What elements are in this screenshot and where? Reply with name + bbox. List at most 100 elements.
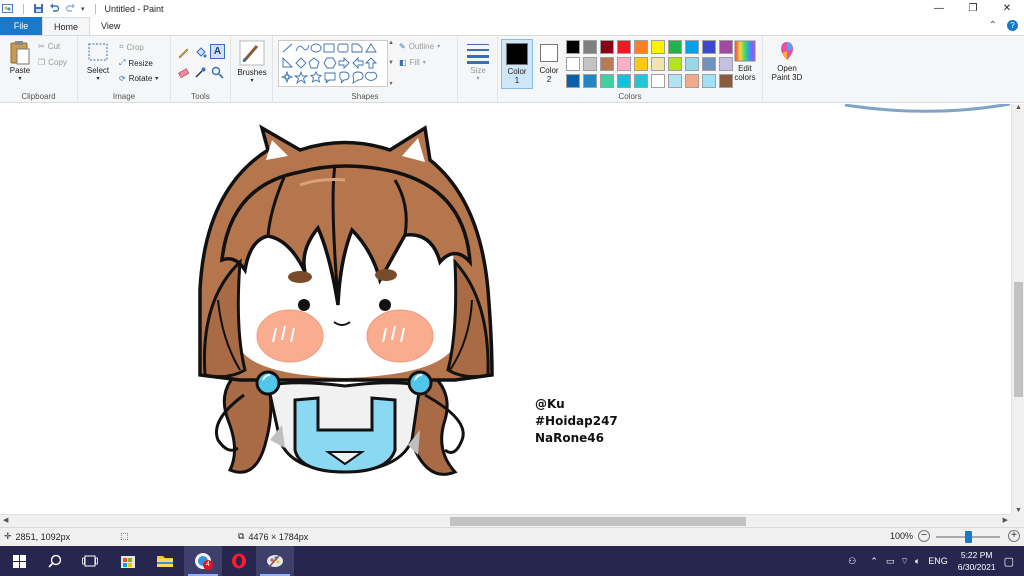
size-group: Size ▾: [458, 36, 498, 103]
left-cheek: [256, 309, 324, 363]
text-tool-icon[interactable]: A: [210, 44, 225, 59]
right-eyebrow: [375, 269, 397, 281]
size-button[interactable]: Size ▾: [463, 42, 493, 82]
blue-arc-stroke: [844, 104, 1011, 113]
scroll-down-icon[interactable]: ▼: [1015, 507, 1022, 514]
drawing-canvas[interactable]: @Ku #Hoidap247 NaRone46: [0, 104, 1011, 514]
language-indicator[interactable]: ENG: [928, 556, 948, 566]
tab-file[interactable]: File: [0, 17, 42, 35]
minimize-button[interactable]: —: [922, 0, 956, 17]
shapes-expand-icon[interactable]: ▾: [389, 80, 392, 87]
open-paint3d-button[interactable]: Open Paint 3D: [766, 40, 808, 82]
shapes-gallery-icons: [280, 43, 378, 85]
pencil-icon[interactable]: [177, 46, 190, 59]
image-group: Select ▾ ⌗ Crop ⤢ Resize ⟳ Rotate ▾ Image: [78, 36, 171, 103]
paint-app-icon[interactable]: [2, 3, 13, 14]
canvas-drawing: [198, 104, 1011, 476]
horizontal-scrollbar[interactable]: ◀ ▶: [0, 514, 1011, 527]
shapes-scroll-down-icon[interactable]: ▼: [388, 60, 394, 66]
clock-date: 6/30/2021: [957, 562, 996, 572]
selection-icon: ⬚: [120, 531, 129, 541]
restore-button[interactable]: ❐: [956, 0, 990, 17]
cursor-position: ✛ 2851, 1092px: [4, 531, 71, 542]
tab-view[interactable]: View: [90, 17, 131, 35]
network-icon[interactable]: ⌔: [900, 556, 908, 567]
fill-icon: ◧: [399, 58, 407, 67]
folder-icon: [157, 556, 173, 567]
tab-home[interactable]: Home: [42, 17, 91, 35]
clock-time: 5:22 PM: [960, 550, 993, 560]
redo-icon[interactable]: [65, 3, 76, 14]
scroll-right-icon[interactable]: ▶: [1003, 516, 1008, 524]
opera-icon: [232, 553, 246, 569]
right-eye: [379, 299, 391, 311]
zoom-in-icon[interactable]: +: [1008, 530, 1020, 542]
shapes-gallery[interactable]: [278, 40, 388, 87]
select-button[interactable]: Select ▾: [85, 42, 111, 82]
vertical-scroll-thumb[interactable]: [1014, 282, 1023, 397]
outline-button[interactable]: ✎ Outline ▾: [399, 42, 440, 51]
taskbar-mail[interactable]: 4: [184, 546, 222, 576]
show-hidden-icons[interactable]: ⌃: [870, 556, 878, 567]
help-icon[interactable]: ?: [1007, 20, 1018, 31]
cursor-position-icon: ✛: [4, 531, 12, 541]
search-button[interactable]: [36, 546, 74, 576]
system-tray: ⚇ ⌃ ▭ ⌔ 🔈︎ ENG 5:22 PM 6/30/2021 ▢: [848, 546, 1024, 576]
taskbar-opera[interactable]: [220, 546, 258, 576]
vertical-scrollbar[interactable]: ▲ ▼: [1011, 104, 1024, 514]
battery-icon[interactable]: ▭: [886, 556, 895, 567]
brushes-button[interactable]: Brushes ▾: [235, 40, 269, 84]
zoom-level: 100%: [890, 531, 914, 541]
signature-text: @Ku #Hoidap247 NaRone46: [535, 396, 618, 447]
selection-size: ⬚: [120, 531, 129, 542]
scroll-left-icon[interactable]: ◀: [3, 516, 8, 524]
clipboard-group: Paste ▾ ✂ Cut ❐ Copy Clipboard: [0, 36, 78, 103]
resize-button[interactable]: ⤢ Resize: [119, 58, 153, 68]
start-button[interactable]: [0, 546, 38, 576]
notifications-icon[interactable]: ▢: [1004, 555, 1014, 568]
image-label: Image: [112, 92, 136, 101]
qat-customize-icon[interactable]: ▾: [81, 5, 85, 13]
horizontal-scroll-thumb[interactable]: [450, 517, 746, 526]
tools-label: Tools: [191, 92, 210, 101]
image-size: ⧉ 4476 × 1784px: [238, 531, 309, 542]
rotate-icon: ⟳: [119, 74, 126, 83]
people-icon[interactable]: ⚇: [848, 556, 856, 567]
brush-icon: [239, 40, 265, 66]
outline-icon: ✎: [399, 42, 406, 51]
collapse-ribbon-icon[interactable]: ⌃: [989, 20, 997, 31]
shapes-label: Shapes: [351, 92, 379, 101]
fill-button[interactable]: ◧ Fill ▾: [399, 58, 426, 67]
task-view-button[interactable]: [71, 546, 109, 576]
taskbar-app-store[interactable]: [109, 546, 147, 576]
clock[interactable]: 5:22 PM 6/30/2021: [958, 549, 996, 573]
color-picker-icon[interactable]: [194, 66, 207, 79]
scroll-up-icon[interactable]: ▲: [1015, 104, 1022, 111]
rotate-button[interactable]: ⟳ Rotate ▾: [119, 74, 158, 83]
mail-badge: 4: [203, 560, 213, 570]
close-button[interactable]: ✕: [990, 0, 1024, 17]
scissors-icon: ✂: [38, 42, 45, 51]
paint3d-icon: [781, 42, 793, 60]
undo-icon[interactable]: [49, 3, 60, 14]
paste-button[interactable]: Paste ▾: [7, 40, 33, 82]
shapes-scroll-up-icon[interactable]: ▲: [388, 40, 394, 46]
eraser-icon[interactable]: [177, 66, 190, 79]
title-bar: ▾ Untitled - Paint — ❐ ✕: [0, 0, 1024, 17]
taskbar-file-explorer[interactable]: [146, 546, 184, 576]
fill-bucket-icon[interactable]: [194, 46, 207, 59]
magnifier-icon[interactable]: [211, 66, 224, 79]
paint-taskbar-icon: [267, 555, 283, 568]
taskbar-paint[interactable]: [256, 546, 294, 576]
cut-button[interactable]: ✂ Cut: [38, 42, 60, 51]
window-title: Untitled - Paint: [104, 3, 164, 14]
save-icon[interactable]: [33, 3, 44, 14]
windows-logo-icon: [12, 554, 26, 568]
zoom-slider-thumb[interactable]: [965, 531, 972, 543]
volume-icon[interactable]: 🔈︎: [915, 556, 920, 567]
zoom-out-icon[interactable]: −: [918, 530, 930, 542]
copy-button[interactable]: ❐ Copy: [38, 58, 67, 67]
crop-button[interactable]: ⌗ Crop: [119, 42, 144, 52]
right-cheek: [366, 309, 434, 363]
colors-label: Colors: [618, 92, 642, 101]
